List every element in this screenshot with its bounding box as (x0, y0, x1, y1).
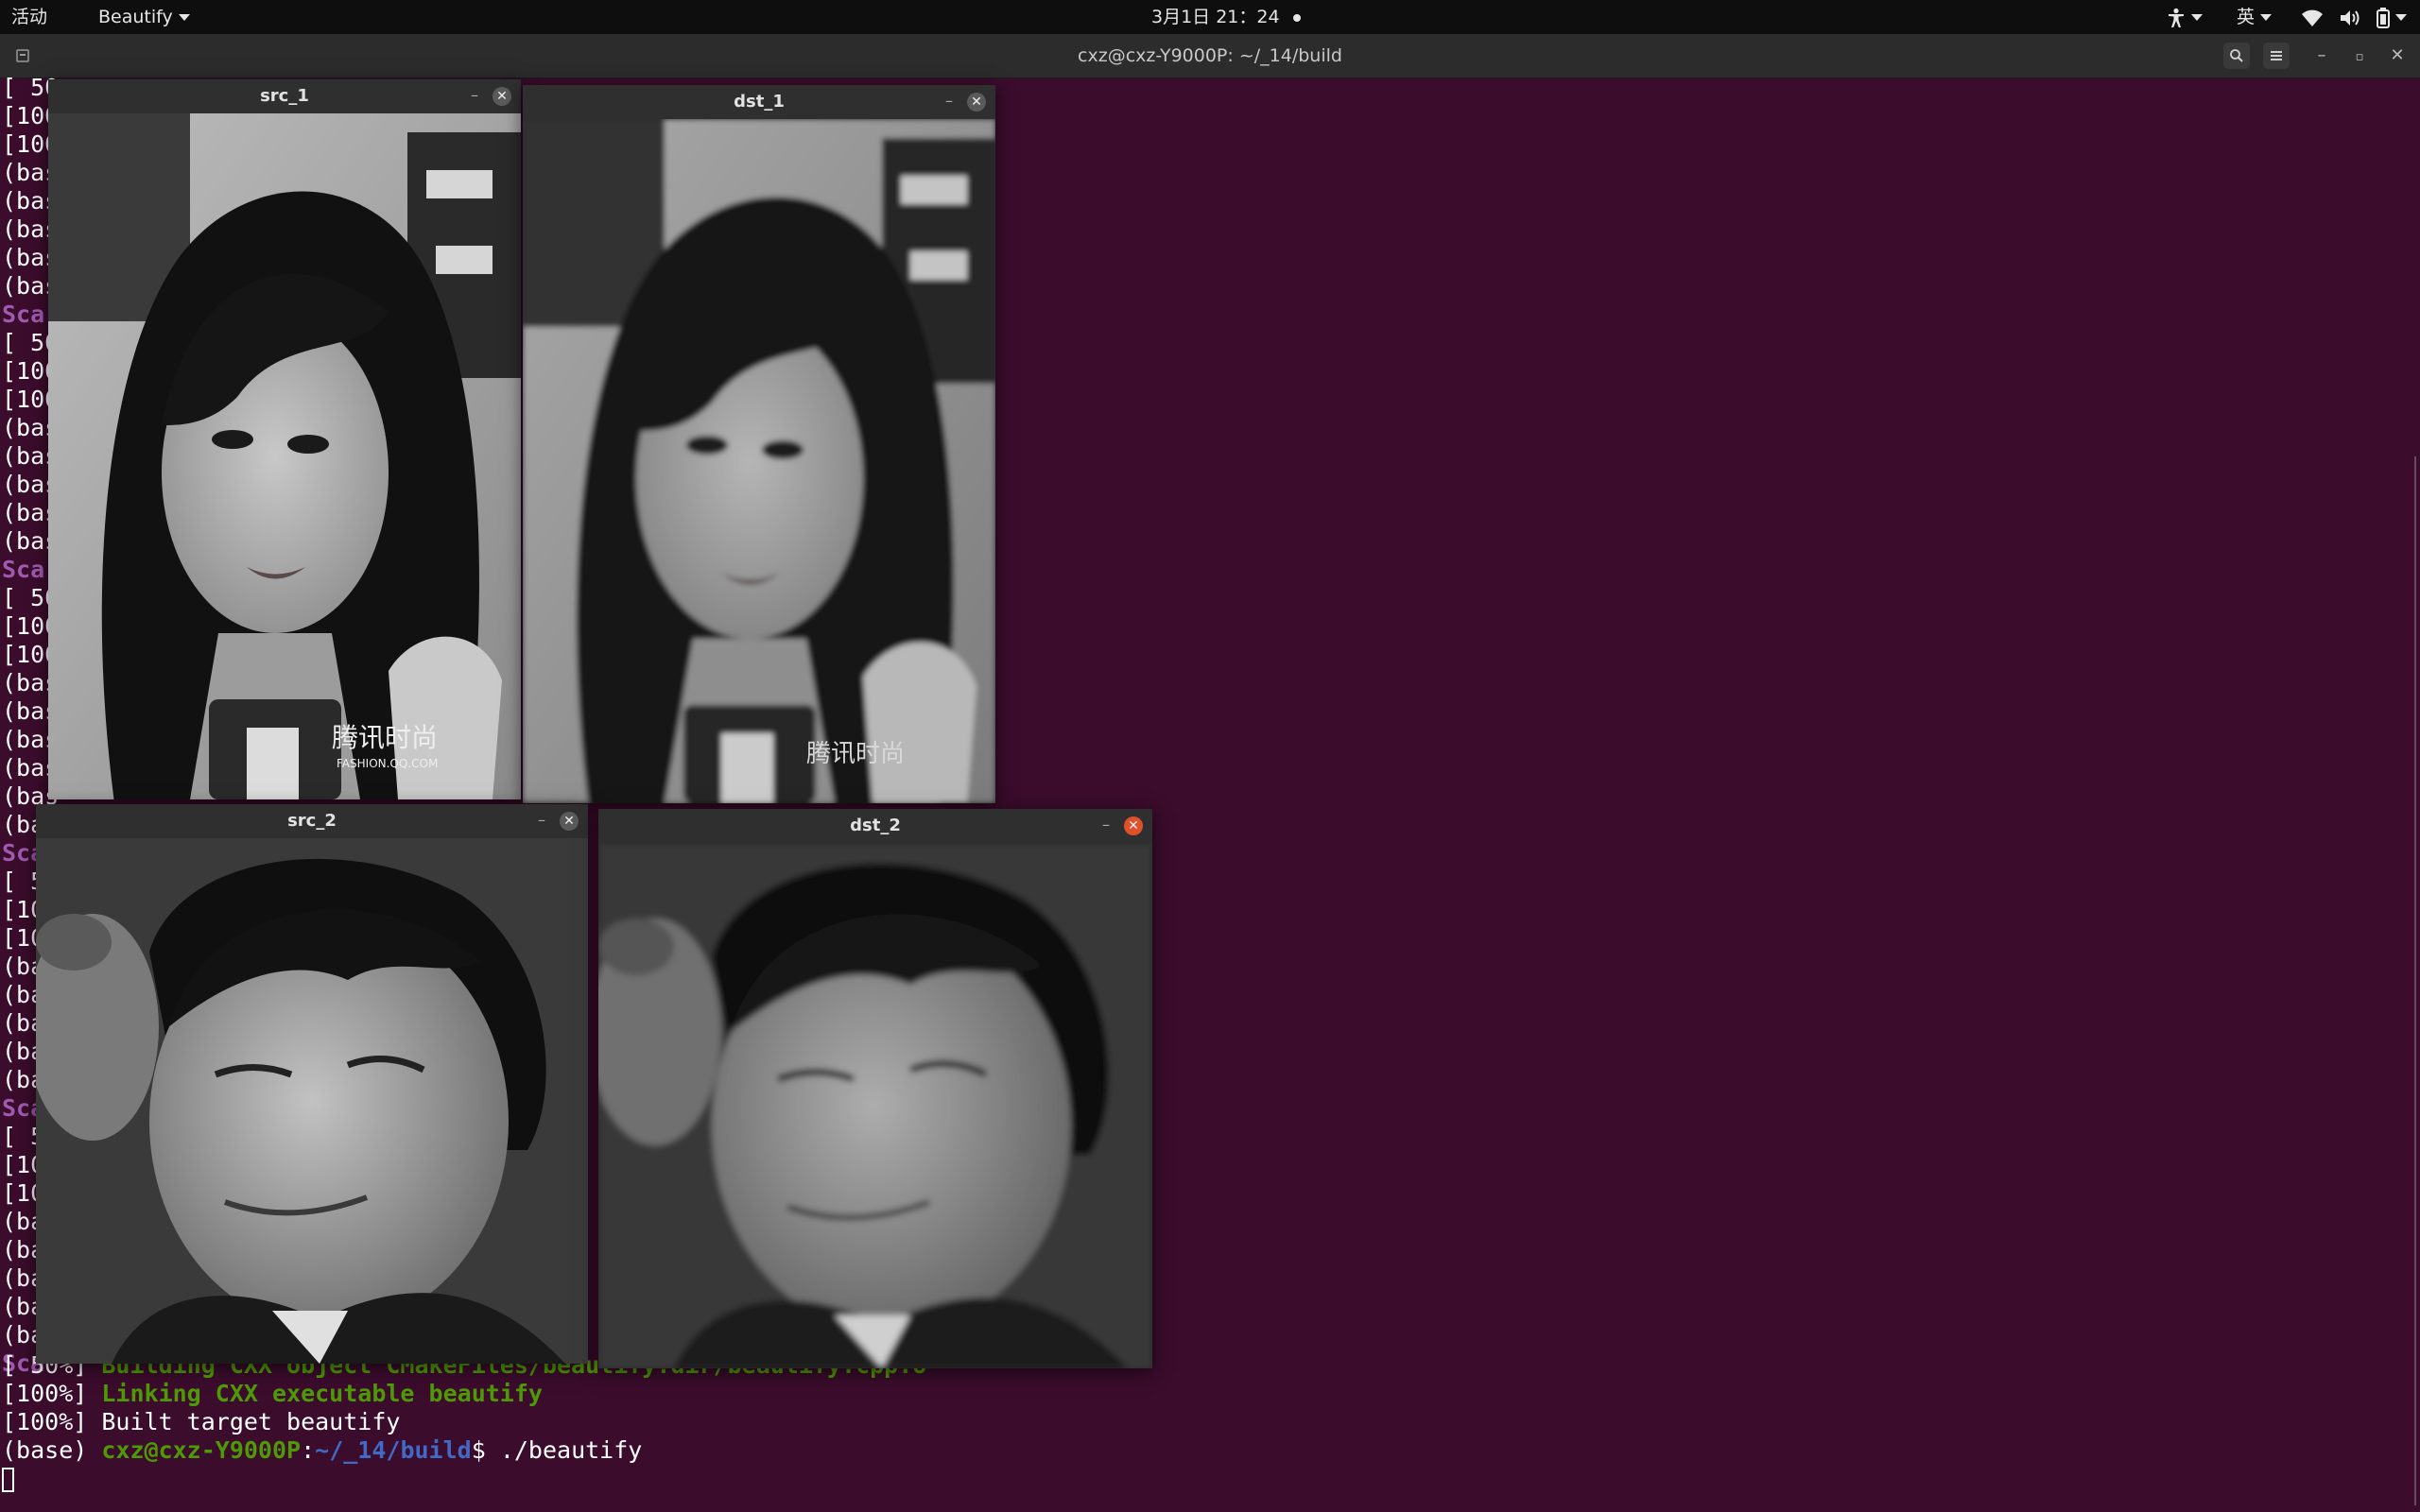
system-menu[interactable] (2301, 0, 2408, 34)
image-dst-1: 腾讯时尚 (523, 119, 995, 803)
chevron-down-icon (2395, 14, 2408, 21)
close-button[interactable]: ✕ (967, 93, 986, 112)
window-title-bar[interactable]: dst_2 (598, 809, 1152, 843)
window-title: src_1 (260, 86, 309, 106)
window-title-bar[interactable]: src_1 (48, 79, 521, 113)
datetime: 3月1日 21：24 (1151, 7, 1280, 27)
window-title: dst_1 (734, 92, 785, 112)
watermark-text: 腾讯时尚 (332, 722, 438, 753)
app-menu-label: Beautify (98, 7, 173, 27)
minimize-icon: – (945, 92, 953, 110)
image-dst-2 (598, 843, 1152, 1368)
terminal-title: cxz@cxz-Y9000P: ~/_14/build (1078, 45, 1342, 66)
window-title-bar[interactable]: dst_1 (523, 85, 995, 119)
close-button[interactable]: ✕ (493, 87, 511, 106)
minimize-icon: – (2317, 45, 2326, 65)
minimize-button[interactable]: – (2308, 43, 2335, 69)
chevron-down-icon (2191, 14, 2203, 21)
window-title: dst_2 (850, 816, 901, 835)
close-icon: ✕ (1128, 818, 1139, 833)
maximize-icon: ▫ (2355, 50, 2364, 64)
app-menu[interactable]: Beautify (98, 0, 190, 34)
input-method-menu[interactable]: 英 (2237, 0, 2273, 34)
battery-icon (2377, 7, 2391, 28)
top-bar: 活动 Beautify 3月1日 21：24 英 (0, 0, 2420, 34)
terminal-scrollbar[interactable] (2411, 78, 2420, 1512)
minimize-button[interactable]: – (1094, 813, 1118, 837)
close-icon: ✕ (2390, 45, 2405, 65)
terminal-prompt: (base) cxz@cxz-Y9000P:~/_14/build$ ./bea… (2, 1436, 643, 1464)
accessibility-icon (2169, 8, 2184, 27)
menu-button[interactable] (2263, 43, 2290, 69)
maximize-button[interactable]: ▫ (2346, 43, 2373, 69)
minimize-button[interactable]: – (462, 83, 487, 108)
volume-icon (2341, 9, 2360, 26)
search-icon (2230, 49, 2243, 62)
minimize-icon: – (538, 811, 545, 829)
terminal-line-built: [100%] Built target beautify (2, 1408, 401, 1435)
search-button[interactable] (2223, 43, 2250, 69)
window-title: src_2 (287, 811, 337, 831)
activities-button[interactable]: 活动 (11, 0, 47, 34)
minimize-icon: – (1102, 816, 1110, 833)
terminal-line: Sca (2, 556, 45, 583)
watermark-subtext: FASHION.QQ.COM (337, 757, 438, 770)
window-src-2[interactable]: src_2 – ✕ (36, 804, 588, 1364)
chevron-down-icon (178, 14, 190, 21)
scrollbar-thumb[interactable] (2414, 456, 2416, 1505)
close-button[interactable]: ✕ (1124, 816, 1143, 835)
terminal-line-linking: [100%] Linking CXX executable beautify (2, 1380, 543, 1407)
image-src-2 (36, 838, 588, 1364)
watermark-text: 腾讯时尚 (806, 740, 905, 768)
terminal-line: Sca (2, 301, 45, 328)
close-icon: ✕ (563, 814, 575, 829)
minimize-icon: – (471, 86, 478, 104)
minimize-button[interactable]: – (937, 89, 961, 113)
wifi-icon (2302, 9, 2323, 26)
clock[interactable]: 3月1日 21：24 (1151, 0, 1301, 34)
chevron-down-icon (2260, 14, 2273, 21)
input-method-label: 英 (2237, 7, 2256, 27)
terminal-header-bar[interactable]: cxz@cxz-Y9000P: ~/_14/build – ▫ ✕ (0, 34, 2420, 78)
close-button[interactable]: ✕ (560, 812, 579, 831)
notification-dot-icon (1292, 13, 1301, 22)
close-button[interactable]: ✕ (2384, 43, 2411, 69)
close-icon: ✕ (971, 94, 982, 110)
terminal-cursor (2, 1468, 14, 1492)
minimize-button[interactable]: – (529, 808, 554, 833)
image-src-1: 腾讯时尚 FASHION.QQ.COM (48, 113, 521, 799)
window-dst-2[interactable]: dst_2 – ✕ (598, 809, 1152, 1368)
window-title-bar[interactable]: src_2 (36, 804, 588, 838)
window-src-1[interactable]: src_1 – ✕ 腾讯时尚 FASHION.QQ.COM (48, 79, 521, 799)
accessibility-menu[interactable] (2167, 0, 2203, 34)
window-dst-1[interactable]: dst_1 – ✕ 腾讯时尚 (523, 85, 995, 803)
hamburger-menu-icon (2271, 51, 2282, 60)
close-icon: ✕ (496, 89, 508, 104)
